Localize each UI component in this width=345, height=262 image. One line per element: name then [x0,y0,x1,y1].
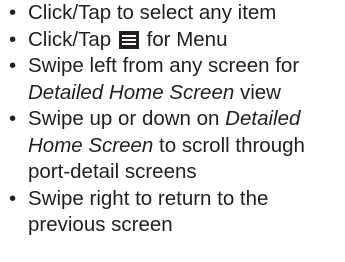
instruction-item: • Swipe left from any screen for Detaile… [8,53,345,106]
bullet: • [9,107,17,130]
instruction-text: Click/Tap to select any item [28,1,277,24]
instruction-list: • Click/Tap to select any item • Click/T… [8,0,345,239]
bullet: • [9,27,17,51]
bullet: • [9,54,17,77]
instruction-emphasis: Detailed Home Screen [28,80,235,104]
instruction-item: • Click/Tap for Menu [8,27,345,54]
instruction-text: Swipe right to return to the previous sc… [28,186,269,237]
instruction-text: Swipe left from any screen for [28,54,300,77]
instruction-text: Swipe up or down on [28,107,220,130]
instruction-item: • Swipe right to return to the previous … [8,186,345,239]
instruction-text: Click/Tap [28,27,112,51]
menu-icon [118,30,139,49]
bullet: • [9,186,17,210]
instruction-text: view [239,80,281,104]
instruction-text: for Menu [146,27,228,51]
instructions-panel: • Click/Tap to select any item • Click/T… [0,0,345,262]
instruction-item: • Click/Tap to select any item [8,0,345,27]
instruction-item: • Swipe up or down on Detailed Home Scre… [8,106,345,186]
bullet: • [9,1,17,24]
